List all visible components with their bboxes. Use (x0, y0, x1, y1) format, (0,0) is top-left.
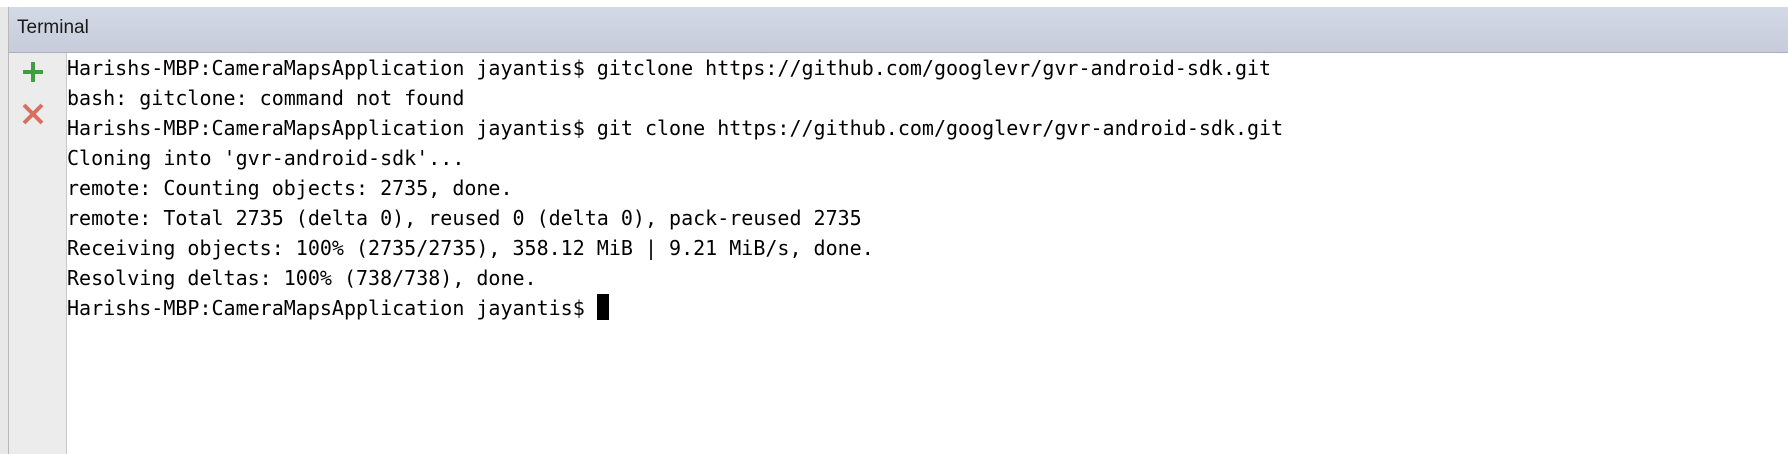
terminal-line: Harishs-MBP:CameraMapsApplication jayant… (67, 56, 1272, 80)
terminal-line: Cloning into 'gvr-android-sdk'... (67, 146, 465, 170)
terminal-line: Harishs-MBP:CameraMapsApplication jayant… (67, 116, 1284, 140)
window-frame (0, 7, 9, 454)
new-session-button[interactable] (20, 59, 46, 85)
panel-title: Terminal (17, 17, 89, 38)
terminal-output[interactable]: Harishs-MBP:CameraMapsApplication jayant… (67, 53, 1788, 454)
plus-icon (23, 62, 43, 82)
terminal-line: Receiving objects: 100% (2735/2735), 358… (67, 236, 874, 260)
terminal-line: bash: gitclone: command not found (67, 86, 465, 110)
terminal-line: remote: Counting objects: 2735, done. (67, 176, 513, 200)
close-session-button[interactable] (20, 101, 46, 127)
close-icon (22, 103, 44, 125)
shell-prompt: Harishs-MBP:CameraMapsApplication jayant… (67, 296, 597, 320)
terminal-line: remote: Total 2735 (delta 0), reused 0 (… (67, 206, 862, 230)
text-cursor (596, 294, 609, 320)
terminal-toolbar (9, 53, 67, 454)
terminal-line: Resolving deltas: 100% (738/738), done. (67, 266, 537, 290)
terminal-panel-header: Terminal (9, 7, 1788, 53)
prompt-line[interactable]: Harishs-MBP:CameraMapsApplication jayant… (67, 293, 609, 323)
